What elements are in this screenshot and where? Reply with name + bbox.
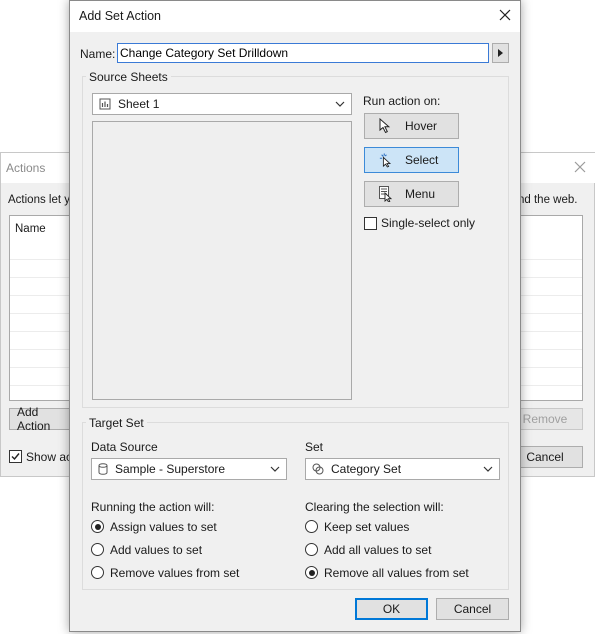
run-on-select-button[interactable]: Select xyxy=(364,147,459,173)
clearing-selection-label: Clearing the selection will: xyxy=(305,500,444,514)
chevron-down-icon xyxy=(335,101,345,107)
dialog-titlebar: Add Set Action xyxy=(70,1,520,32)
cancel-button[interactable]: Cancel xyxy=(436,598,509,620)
keep-set-values-label: Keep set values xyxy=(324,520,410,534)
pointer-icon xyxy=(379,118,393,134)
remove-values-label: Remove values from set xyxy=(110,566,240,580)
database-icon xyxy=(98,463,108,475)
close-icon[interactable] xyxy=(572,159,588,175)
run-on-hover-button[interactable]: Hover xyxy=(364,113,459,139)
select-label: Select xyxy=(405,153,439,167)
ok-button[interactable]: OK xyxy=(355,598,428,620)
play-arrow-icon xyxy=(498,49,503,57)
keep-set-values-radio[interactable] xyxy=(305,520,318,533)
remove-values-radio[interactable] xyxy=(91,566,104,579)
source-sheet-value: Sheet 1 xyxy=(118,97,160,111)
chevron-down-icon xyxy=(270,466,280,472)
hover-label: Hover xyxy=(405,119,438,133)
add-action-button[interactable]: Add Action xyxy=(9,405,74,433)
dialog-title: Add Set Action xyxy=(79,9,162,23)
set-value: Category Set xyxy=(331,462,402,476)
data-source-label: Data Source xyxy=(91,440,158,454)
show-actions-checkbox[interactable] xyxy=(9,450,22,463)
name-label: Name: xyxy=(80,47,116,61)
assign-values-radio[interactable] xyxy=(91,520,104,533)
close-icon[interactable] xyxy=(497,7,513,23)
single-select-only-checkbox[interactable] xyxy=(364,217,377,230)
actions-description-right: nd the web. xyxy=(518,194,578,206)
assign-values-label: Assign values to set xyxy=(110,520,217,534)
menu-icon xyxy=(379,186,393,202)
action-name-input[interactable] xyxy=(117,43,489,63)
set-label: Set xyxy=(305,440,324,454)
add-all-values-radio[interactable] xyxy=(305,543,318,556)
add-set-action-dialog: Add Set Action Name: Source Sheets Sheet… xyxy=(69,0,521,632)
set-dropdown[interactable]: Category Set xyxy=(305,458,500,480)
remove-all-values-label: Remove all values from set xyxy=(324,566,469,580)
actions-dialog-title: Actions xyxy=(6,161,46,175)
insert-field-button[interactable] xyxy=(492,43,509,63)
data-source-value: Sample - Superstore xyxy=(115,462,226,476)
single-select-only-label: Single-select only xyxy=(381,216,476,230)
add-all-values-label: Add all values to set xyxy=(324,543,432,557)
run-action-on-label: Run action on: xyxy=(363,94,441,108)
checkmark-icon xyxy=(11,453,20,461)
select-pointer-icon xyxy=(379,152,393,168)
add-values-label: Add values to set xyxy=(110,543,203,557)
target-set-title: Target Set xyxy=(86,416,147,430)
remove-all-values-radio[interactable] xyxy=(305,566,318,579)
actions-list-header-name: Name xyxy=(15,223,46,235)
source-sheets-title: Source Sheets xyxy=(86,70,171,84)
set-icon xyxy=(312,463,324,475)
actions-description-left: Actions let yo xyxy=(8,194,77,206)
run-on-menu-button[interactable]: Menu xyxy=(364,181,459,207)
chevron-down-icon xyxy=(483,466,493,472)
source-sheets-list[interactable] xyxy=(92,121,352,400)
running-action-label: Running the action will: xyxy=(91,500,215,514)
data-source-dropdown[interactable]: Sample - Superstore xyxy=(91,458,287,480)
worksheet-icon xyxy=(99,98,111,110)
add-values-radio[interactable] xyxy=(91,543,104,556)
menu-label: Menu xyxy=(405,187,436,201)
source-sheet-dropdown[interactable]: Sheet 1 xyxy=(92,93,352,115)
